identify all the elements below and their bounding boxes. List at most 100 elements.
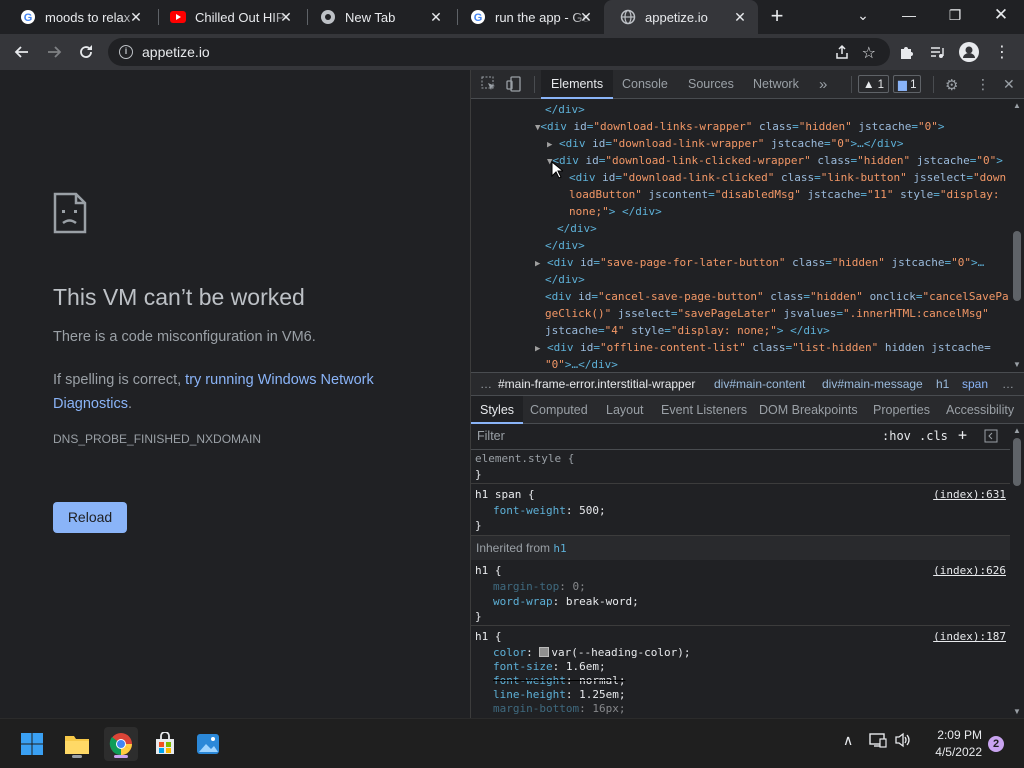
device-toolbar-icon[interactable] (506, 76, 522, 95)
style-rule-h1-span[interactable]: h1 span { (index):631 font-weight: 500; … (471, 484, 1011, 536)
forward-icon[interactable] (42, 40, 66, 64)
tab-event-listeners[interactable]: Event Listeners (661, 396, 747, 424)
color-swatch[interactable] (539, 647, 550, 657)
computed-sidebar-toggle-icon[interactable] (984, 429, 998, 446)
scroll-down-icon[interactable]: ▼ (1013, 707, 1021, 716)
more-tabs-button[interactable]: » (819, 70, 827, 99)
restore-icon[interactable]: ❐ (932, 0, 978, 30)
close-icon[interactable]: ✕ (428, 9, 444, 25)
collapsed-triangle-icon[interactable]: ▶ (535, 259, 540, 269)
dom-line[interactable]: <div id="cancel-save-page-button" class=… (545, 288, 1009, 305)
style-rule-h1-626[interactable]: h1 { (index):626 margin-top: 0; word-wra… (471, 560, 1011, 626)
tab-moods-to-relax[interactable]: G moods to relax ✕ (4, 0, 154, 34)
tab-sources[interactable]: Sources (688, 70, 734, 99)
dom-line[interactable]: geClick()" jsselect="savePageLater" jsva… (545, 305, 989, 322)
scroll-thumb[interactable] (1013, 231, 1021, 301)
scroll-thumb[interactable] (1013, 438, 1021, 486)
style-declaration-overridden[interactable]: font-weight: normal; (493, 674, 625, 688)
rule-source-link[interactable]: (index):631 (933, 488, 1006, 501)
style-declaration[interactable]: word-wrap: break-word; (493, 595, 639, 609)
collapsed-triangle-icon[interactable]: ▶ (535, 344, 540, 354)
dom-line[interactable]: jstcache="4" style="display: none;"> </d… (545, 322, 830, 339)
breadcrumb-item[interactable]: h1 (936, 373, 949, 395)
dom-line[interactable]: ▶ <div id="save-page-for-later-button" c… (535, 254, 984, 271)
share-icon[interactable] (834, 44, 850, 65)
scroll-up-icon[interactable]: ▲ (1013, 426, 1021, 435)
dom-line[interactable]: "0">…</div> (545, 356, 618, 371)
file-explorer-icon[interactable] (60, 727, 94, 761)
tab-appetize[interactable]: appetize.io ✕ (604, 0, 758, 34)
breadcrumb-item[interactable]: #main-frame-error.interstitial-wrapper (498, 373, 695, 395)
volume-icon[interactable] (894, 732, 912, 751)
style-declaration[interactable]: margin-bottom: 16px; (493, 702, 625, 716)
dom-line[interactable]: loadButton" jscontent="disabledMsg" jstc… (569, 186, 1000, 203)
notification-badge[interactable]: 2 (988, 736, 1004, 752)
address-bar[interactable]: i appetize.io ☆ (108, 38, 890, 66)
windows-start-icon[interactable] (15, 727, 49, 761)
close-icon[interactable]: ✕ (578, 9, 594, 25)
tab-search-icon[interactable]: ⌄ (840, 0, 886, 30)
photos-icon[interactable] (191, 727, 225, 761)
network-icon[interactable] (869, 732, 887, 751)
dom-line[interactable]: </div> (557, 220, 597, 237)
dom-line[interactable]: none;"> </div> (569, 203, 662, 220)
styles-scrollbar[interactable]: ▲ ▼ (1010, 424, 1024, 718)
dom-line[interactable]: ▶ <div id="offline-content-list" class="… (535, 339, 991, 356)
close-icon[interactable]: ✕ (278, 9, 294, 25)
new-tab-button[interactable]: + (766, 5, 788, 28)
dom-line[interactable]: </div> (545, 237, 585, 254)
breadcrumb-item[interactable]: div#main-content (714, 373, 805, 395)
styles-filter-input[interactable]: Filter (477, 429, 505, 443)
extensions-icon[interactable] (894, 40, 918, 64)
inherited-element-link[interactable]: h1 (553, 542, 566, 555)
minimize-icon[interactable]: — (886, 0, 932, 30)
inspect-element-icon[interactable] (481, 76, 497, 95)
bookmark-star-icon[interactable]: ☆ (862, 43, 876, 63)
profile-avatar-icon[interactable] (957, 40, 981, 64)
show-hidden-icons-chevron-icon[interactable]: ∧ (843, 732, 853, 749)
menu-kebab-icon[interactable]: ⋮ (990, 40, 1014, 64)
issues-badge[interactable]: ▆ 1 (893, 75, 922, 93)
scroll-up-icon[interactable]: ▲ (1013, 101, 1021, 110)
warnings-badge[interactable]: ▲ 1 (858, 75, 889, 93)
scroll-down-icon[interactable]: ▼ (1013, 360, 1021, 369)
style-rule-h1-187[interactable]: h1 { (index):187 color: var(--heading-co… (471, 626, 1011, 718)
tab-console[interactable]: Console (622, 70, 668, 99)
tab-run-the-app[interactable]: G run the app - Go ✕ (454, 0, 604, 34)
dom-tree[interactable]: </div> ▼<div id="download-links-wrapper"… (471, 99, 1011, 371)
devtools-menu-icon[interactable]: ⋮ (976, 76, 990, 93)
style-declaration[interactable]: margin-top: 0; (493, 580, 586, 594)
chrome-taskbar-icon[interactable] (104, 727, 138, 761)
site-info-icon[interactable]: i (119, 45, 133, 59)
breadcrumb-overflow[interactable]: … (480, 373, 492, 395)
tab-properties[interactable]: Properties (873, 396, 930, 424)
rule-source-link[interactable]: (index):626 (933, 564, 1006, 577)
close-devtools-icon[interactable]: ✕ (1003, 76, 1015, 93)
new-style-rule-icon[interactable]: + (958, 426, 967, 444)
tab-layout[interactable]: Layout (606, 396, 644, 424)
tab-new-tab[interactable]: New Tab ✕ (304, 0, 454, 34)
dom-line[interactable]: </div> (545, 271, 585, 288)
reload-button[interactable]: Reload (53, 502, 127, 533)
breadcrumb-overflow[interactable]: … (1002, 373, 1014, 395)
tab-accessibility[interactable]: Accessibility (946, 396, 1014, 424)
breadcrumb-item-selected[interactable]: span (962, 373, 988, 395)
close-icon[interactable]: ✕ (732, 9, 748, 25)
tab-computed[interactable]: Computed (530, 396, 588, 424)
style-declaration[interactable]: line-height: 1.25em; (493, 688, 625, 702)
breadcrumb-item[interactable]: div#main-message (822, 373, 923, 395)
tab-styles[interactable]: Styles (471, 396, 524, 424)
media-control-icon[interactable] (925, 40, 949, 64)
refresh-icon[interactable] (74, 40, 98, 64)
tab-network[interactable]: Network (753, 70, 799, 99)
tab-dom-breakpoints[interactable]: DOM Breakpoints (759, 396, 858, 424)
system-clock[interactable]: 2:09 PM 4/5/2022 (920, 727, 982, 761)
class-toggle[interactable]: .cls (919, 429, 948, 443)
tab-elements[interactable]: Elements (541, 70, 614, 99)
settings-gear-icon[interactable]: ⚙ (945, 76, 958, 94)
close-icon[interactable]: ✕ (128, 9, 144, 25)
close-window-icon[interactable]: ✕ (978, 0, 1024, 30)
dom-line[interactable]: </div> (545, 101, 585, 118)
style-declaration[interactable]: font-weight: 500; (493, 504, 606, 518)
rule-source-link[interactable]: (index):187 (933, 630, 1006, 643)
